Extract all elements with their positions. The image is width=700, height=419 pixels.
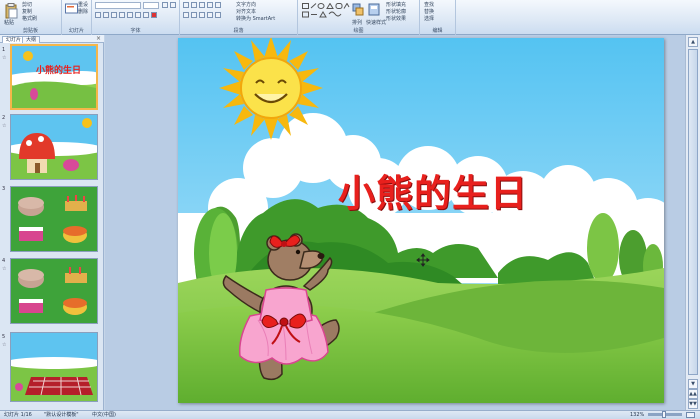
new-slide-icon[interactable] — [65, 3, 78, 15]
ribbon-group-font: 字体 — [92, 0, 180, 35]
slide-canvas[interactable]: 小熊的生日 — [178, 38, 664, 403]
format-painter-button[interactable]: 格式刷 — [22, 16, 37, 22]
increase-indent-icon[interactable] — [207, 2, 213, 8]
slide-editing-area: 小熊的生日 — [105, 35, 685, 410]
cut-button[interactable]: 剪切 — [22, 2, 32, 8]
ribbon-group-editing: 查找 替换 选择 编辑 — [420, 0, 456, 35]
powerpoint-window: 粘贴 剪切 复制 格式刷 剪贴板 重设 删除 幻灯片 字体 文字方向 对齐文本 … — [0, 0, 700, 419]
slide-number: 4 — [2, 258, 6, 264]
shrink-font-icon[interactable] — [170, 2, 176, 8]
line-spacing-icon[interactable] — [215, 2, 221, 8]
animation-star-icon: ☆ — [2, 55, 7, 61]
quick-styles-icon[interactable] — [368, 3, 380, 17]
paste-icon[interactable] — [4, 3, 18, 19]
next-slide-button[interactable]: ▼▼ — [688, 399, 698, 409]
group-label-editing: 编辑 — [432, 28, 443, 34]
animation-star-icon: ☆ — [2, 123, 7, 129]
group-label-slides: 幻灯片 — [68, 28, 84, 34]
underline-icon[interactable] — [111, 12, 117, 18]
reset-button[interactable]: 重设 — [78, 2, 88, 8]
slide-thumbnail-5[interactable] — [10, 332, 98, 402]
text-direction-button[interactable]: 文字方向 — [236, 2, 256, 8]
replace-button[interactable]: 替换 — [424, 9, 434, 15]
arrange-label[interactable]: 排列 — [352, 20, 362, 26]
slide-illustration — [178, 38, 664, 403]
status-bar: 幻灯片 1/16 "默认设计模板" 中文(中国) 132% — [0, 410, 700, 419]
align-text-button[interactable]: 对齐文本 — [236, 9, 256, 15]
group-label-clipboard: 剪贴板 — [22, 28, 38, 34]
close-pane-icon[interactable]: × — [96, 35, 101, 43]
vertical-scrollbar[interactable]: ▲ ▼ ▲▲ ▼▼ — [685, 35, 700, 410]
scroll-thumb[interactable] — [688, 49, 698, 375]
thumb-1-title: 小熊的生日 — [36, 66, 82, 76]
slide-number: 1 — [2, 47, 6, 53]
slide-thumbnail-2[interactable] — [10, 114, 98, 180]
scroll-down-button[interactable]: ▼ — [688, 379, 698, 389]
font-color-icon[interactable] — [151, 12, 157, 18]
zoom-level[interactable]: 132% — [630, 411, 644, 419]
decrease-indent-icon[interactable] — [199, 2, 205, 8]
slide-thumbnail-1[interactable]: 小熊的生日 — [10, 44, 98, 110]
group-label-font: 字体 — [130, 28, 141, 34]
slide-thumbnail-3[interactable] — [10, 186, 98, 252]
group-label-drawing: 绘图 — [353, 28, 364, 34]
scroll-up-button[interactable]: ▲ — [688, 37, 698, 47]
pane-tabs: 幻灯片 大纲 × — [0, 35, 104, 43]
quick-styles-label[interactable]: 快速样式 — [366, 20, 386, 26]
convert-smartart-button[interactable]: 转换为 SmartArt — [236, 16, 275, 22]
align-right-icon[interactable] — [199, 12, 205, 18]
align-center-icon[interactable] — [191, 12, 197, 18]
ribbon-group-drawing: 排列 快速样式 形状填充 形状轮廓 形状效果 绘图 — [298, 0, 420, 35]
find-button[interactable]: 查找 — [424, 2, 434, 8]
slides-pane: 幻灯片 大纲 × 1 ☆ 小熊的生日 2 ☆ 3 4 ☆ 5 ☆ — [0, 35, 104, 410]
font-name-combo[interactable] — [95, 2, 141, 9]
align-left-icon[interactable] — [183, 12, 189, 18]
numbering-icon[interactable] — [191, 2, 197, 8]
fit-to-window-icon[interactable] — [686, 412, 695, 418]
bold-icon[interactable] — [95, 12, 101, 18]
arrange-icon[interactable] — [352, 3, 364, 17]
shapes-gallery-icon[interactable] — [302, 3, 350, 21]
shape-outline-button[interactable]: 形状轮廓 — [386, 9, 406, 15]
columns-icon[interactable] — [215, 12, 221, 18]
animation-star-icon: ☆ — [2, 342, 7, 348]
shape-effects-button[interactable]: 形状效果 — [386, 16, 406, 22]
italic-icon[interactable] — [103, 12, 109, 18]
font-size-combo[interactable] — [143, 2, 159, 9]
slide-number: 2 — [2, 115, 6, 121]
bullets-icon[interactable] — [183, 2, 189, 8]
ribbon-group-clipboard: 粘贴 剪切 复制 格式刷 剪贴板 — [0, 0, 62, 35]
paste-label[interactable]: 粘贴 — [4, 20, 14, 26]
slide-number: 5 — [2, 334, 6, 340]
slide-counter: 幻灯片 1/16 — [4, 412, 32, 418]
language-indicator[interactable]: 中文(中国) — [92, 411, 116, 419]
char-spacing-icon[interactable] — [135, 12, 141, 18]
strikethrough-icon[interactable] — [119, 12, 125, 18]
shape-fill-button[interactable]: 形状填充 — [386, 2, 406, 8]
zoom-slider-thumb[interactable] — [662, 411, 666, 418]
tab-outline[interactable]: 大纲 — [22, 36, 41, 43]
shadow-icon[interactable] — [127, 12, 133, 18]
justify-icon[interactable] — [207, 12, 213, 18]
animation-star-icon: ☆ — [2, 266, 7, 272]
slide-thumbnail-4[interactable] — [10, 258, 98, 324]
group-label-paragraph: 段落 — [233, 28, 244, 34]
slide-number: 3 — [2, 186, 6, 192]
ribbon-group-slides: 重设 删除 幻灯片 — [62, 0, 92, 35]
select-button[interactable]: 选择 — [424, 16, 434, 22]
ribbon-group-paragraph: 文字方向 对齐文本 转换为 SmartArt 段落 — [180, 0, 298, 35]
previous-slide-button[interactable]: ▲▲ — [688, 389, 698, 399]
change-case-icon[interactable] — [143, 12, 149, 18]
ribbon: 粘贴 剪切 复制 格式刷 剪贴板 重设 删除 幻灯片 字体 文字方向 对齐文本 … — [0, 0, 700, 35]
copy-button[interactable]: 复制 — [22, 9, 32, 15]
slide-title[interactable]: 小熊的生日 — [318, 163, 548, 217]
delete-slide-button[interactable]: 删除 — [78, 9, 88, 15]
theme-name: "默认设计模板" — [44, 412, 79, 418]
grow-font-icon[interactable] — [162, 2, 168, 8]
